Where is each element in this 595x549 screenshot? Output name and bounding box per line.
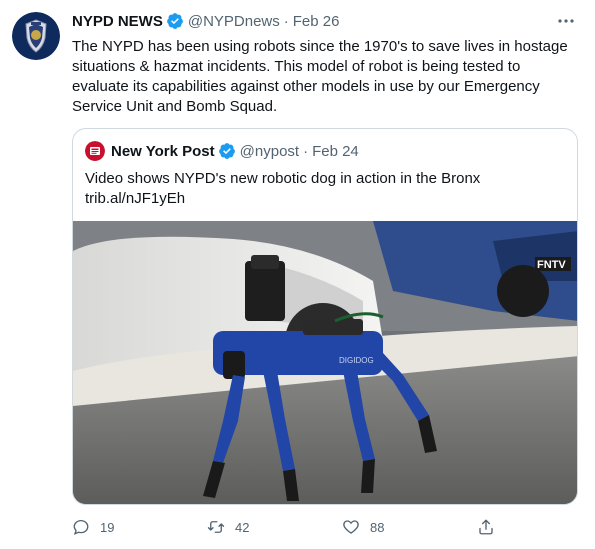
new-york-post-logo-icon: [85, 141, 105, 161]
reply-icon: [73, 519, 89, 535]
tweet-body: NYPD NEWS @NYPDnews · Feb 26 The NYPD ha…: [72, 10, 582, 117]
tweet-actions: 19 42 88: [72, 516, 572, 538]
nypd-badge-icon: [12, 12, 60, 60]
share-action[interactable]: [477, 516, 505, 538]
quoted-author-handle[interactable]: @nypost: [240, 143, 299, 160]
tweet-text: The NYPD has been using robots since the…: [72, 38, 568, 115]
share-icon: [479, 519, 493, 535]
retweet-icon: [207, 521, 225, 533]
heart-icon: [343, 520, 359, 534]
quoted-tweet-text: Video shows NYPD's new robotic dog in ac…: [85, 169, 565, 209]
tweet-date[interactable]: Feb 26: [293, 13, 340, 30]
avatar[interactable]: [12, 12, 60, 60]
tweet: NYPD NEWS @NYPDnews · Feb 26 The NYPD ha…: [0, 0, 595, 549]
quoted-header-separator: ·: [303, 142, 309, 160]
quoted-text: Video shows NYPD's new robotic dog in ac…: [85, 170, 481, 187]
quoted-link[interactable]: trib.al/nJF1yEh: [85, 189, 565, 209]
author-handle[interactable]: @NYPDnews: [188, 13, 280, 30]
fntv-watermark: FNTV: [537, 259, 566, 271]
quoted-tweet-date[interactable]: Feb 24: [312, 143, 359, 160]
verified-badge-icon: [218, 143, 235, 159]
like-count: 88: [370, 519, 385, 535]
robot-label: DIGIDOG: [339, 356, 374, 365]
more-options-icon[interactable]: [556, 14, 576, 28]
reply-count: 19: [100, 519, 115, 535]
retweet-action[interactable]: 42: [207, 516, 249, 538]
quoted-tweet-header: New York Post @nypost · Feb 24: [85, 141, 359, 161]
header-separator: ·: [283, 12, 289, 30]
author-name[interactable]: NYPD NEWS: [72, 13, 163, 30]
reply-action[interactable]: 19: [72, 516, 114, 538]
verified-badge-icon: [166, 13, 183, 29]
tweet-header: NYPD NEWS @NYPDnews · Feb 26: [72, 10, 582, 32]
retweet-count: 42: [235, 519, 250, 535]
quoted-video-media[interactable]: FNTV DIGIDOG: [73, 221, 577, 504]
robot-dog-video-frame: FNTV DIGIDOG: [73, 221, 577, 504]
quoted-tweet[interactable]: New York Post @nypost · Feb 24 Video sho…: [72, 128, 578, 505]
like-action[interactable]: 88: [342, 516, 384, 538]
quoted-author-name[interactable]: New York Post: [111, 143, 215, 160]
